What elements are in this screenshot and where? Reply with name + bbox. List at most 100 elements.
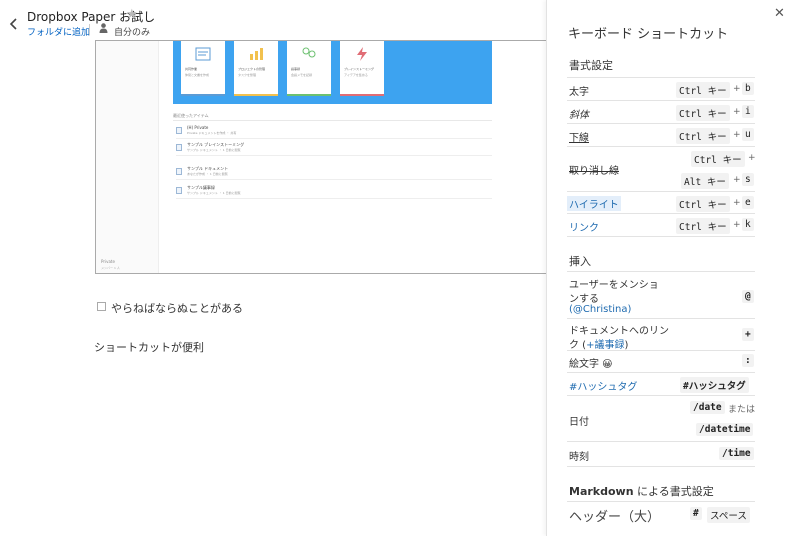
emoji-label: 絵文字 😀 xyxy=(569,359,613,370)
embed-template-card: プロジェクトの管理 タスクを整理 xyxy=(234,41,278,96)
plus-sign: + xyxy=(733,220,741,230)
ctrl-key: Ctrl キー xyxy=(676,82,730,98)
embed-card-title: 共同作業 xyxy=(185,67,198,71)
embed-card-bar xyxy=(234,94,278,96)
chart-icon xyxy=(250,48,263,60)
embedded-screenshot: Private メンバー 1 人 共同作業 仲間と文書を作成 プロジェクトの管理… xyxy=(95,40,548,274)
plus-sign: + xyxy=(733,107,741,117)
shortcut-underline-label: 下線 xyxy=(569,133,589,144)
favorite-star-icon[interactable]: ★ xyxy=(126,7,138,22)
embed-template-card: ブレインストーミング アイデアを集める xyxy=(340,41,384,96)
embed-sidebar-label: Private xyxy=(101,259,115,264)
document-icon xyxy=(176,127,182,134)
document-icon xyxy=(176,168,182,175)
shortcut-key: : xyxy=(742,354,754,367)
or-text: または xyxy=(728,405,756,415)
section-insert-heading: 挿入 xyxy=(569,255,591,268)
close-icon[interactable]: ✕ xyxy=(774,6,785,21)
shortcut-key: /time xyxy=(719,447,754,460)
plus-sign: + xyxy=(733,175,741,185)
panel-title: キーボード ショートカット xyxy=(568,27,729,42)
ctrl-key: Ctrl キー xyxy=(676,105,730,121)
body-paragraph[interactable]: ショートカットが便利 xyxy=(94,339,204,355)
embed-card-sub: アイデアを集める xyxy=(344,73,368,77)
embed-recent-row: サンプル ドキュメント あなたが作成 ・ 1 日前に閲覧 xyxy=(176,165,492,180)
divider xyxy=(567,466,755,467)
embed-recent-sub: サンプル ドキュメント ・ 1 日前に閲覧 xyxy=(187,191,241,195)
sharing-status[interactable]: 自分のみ xyxy=(114,25,150,38)
document-icon xyxy=(176,187,182,194)
docref-label-line1: ドキュメントへのリン xyxy=(569,326,669,337)
plus-sign: + xyxy=(733,84,741,94)
markdown-word: Markdown xyxy=(569,485,634,498)
plus-sign: + xyxy=(748,153,756,163)
shortcut-bold-label: 太字 xyxy=(569,87,589,98)
mention-label-line2: ンする xyxy=(569,294,599,305)
document-icon xyxy=(195,47,211,61)
embed-card-title: 議事録 xyxy=(291,67,301,71)
space-key: スペース xyxy=(707,507,750,523)
shortcut-key: b xyxy=(742,82,754,95)
embed-card-title: プロジェクトの管理 xyxy=(238,67,266,71)
embed-card-sub: 仲間と文書を作成 xyxy=(185,73,210,77)
embed-card-bar xyxy=(340,94,384,96)
embed-recent-heading: 最近使ったアイテム xyxy=(173,113,209,118)
shortcut-key: s xyxy=(742,173,754,186)
embed-recent-row: サンプル ブレインストーミング サンプル ドキュメント ・ 1 日前に閲覧 xyxy=(176,141,492,156)
embed-template-card: 共同作業 仲間と文書を作成 xyxy=(181,41,225,96)
shortcut-key: @ xyxy=(742,290,754,303)
embed-template-card: 議事録 会議メモを記録 xyxy=(287,41,331,96)
embed-card-bar xyxy=(287,94,331,96)
docref-label-line2: ク (+議事録) xyxy=(569,336,628,351)
ctrl-key: Ctrl キー xyxy=(676,128,730,144)
shortcut-panel: ✕ キーボード ショートカット 書式設定 太字 Ctrl キー + b 斜体 C… xyxy=(546,0,790,536)
date-label: 日付 xyxy=(569,417,589,428)
hashtag-label: #ハッシュタグ xyxy=(569,382,638,393)
shortcut-key: + xyxy=(742,328,754,341)
shortcut-link-label: リンク xyxy=(569,223,599,234)
shortcut-key: k xyxy=(742,218,754,231)
divider xyxy=(567,372,755,373)
add-to-folder-link[interactable]: フォルダに追加 xyxy=(27,25,90,38)
person-icon xyxy=(99,23,108,33)
ctrl-key: Ctrl キー xyxy=(676,218,730,234)
embed-hero-banner: 共同作業 仲間と文書を作成 プロジェクトの管理 タスクを整理 議事録 会議メモを… xyxy=(173,41,492,104)
divider xyxy=(567,100,755,101)
alt-key: Alt キー xyxy=(681,173,729,189)
embed-recent-title: (H) Private xyxy=(187,125,209,130)
divider xyxy=(567,350,755,351)
divider xyxy=(567,318,755,319)
section-markdown-heading: Markdown による書式設定 xyxy=(569,483,714,499)
divider xyxy=(567,395,755,396)
embed-card-title: ブレインストーミング xyxy=(344,67,374,71)
shortcut-key: # xyxy=(690,507,702,520)
todo-text[interactable]: やらねばならぬことがある xyxy=(111,300,243,316)
shortcut-key: /date xyxy=(690,401,725,414)
time-label: 時刻 xyxy=(569,452,589,463)
todo-checkbox[interactable] xyxy=(97,302,106,311)
divider xyxy=(567,236,755,237)
mention-label-line1: ユーザーをメンショ xyxy=(569,280,659,291)
shortcut-key: u xyxy=(742,128,754,141)
embed-sidebar: Private メンバー 1 人 xyxy=(96,41,159,273)
shortcut-highlight-label: ハイライト xyxy=(567,196,621,211)
embed-recent-row: (H) Private Private ドキュメントを作成 ・ 共有 xyxy=(176,124,492,139)
divider xyxy=(567,271,755,272)
shortcut-strike-label: 取り消し線 xyxy=(569,166,619,177)
people-icon xyxy=(302,47,316,58)
embed-recent-sub: Private ドキュメントを作成 ・ 共有 xyxy=(187,131,237,135)
plus-sign: + xyxy=(733,130,741,140)
embed-card-bar xyxy=(181,94,225,96)
ctrl-key: Ctrl キー xyxy=(691,151,745,167)
embed-sidebar-sub: メンバー 1 人 xyxy=(101,266,120,270)
back-arrow-icon[interactable] xyxy=(9,17,19,31)
shortcut-key: #ハッシュタグ xyxy=(680,377,749,393)
ctrl-key: Ctrl キー xyxy=(676,196,730,212)
embed-card-sub: タスクを整理 xyxy=(238,73,257,77)
embed-card-sub: 会議メモを記録 xyxy=(291,73,313,77)
shortcut-key: e xyxy=(742,196,754,209)
divider xyxy=(173,120,492,121)
embed-recent-sub: あなたが作成 ・ 1 日前に閲覧 xyxy=(187,172,228,176)
shortcut-italic-label: 斜体 xyxy=(569,110,589,121)
lightning-icon xyxy=(357,47,367,61)
